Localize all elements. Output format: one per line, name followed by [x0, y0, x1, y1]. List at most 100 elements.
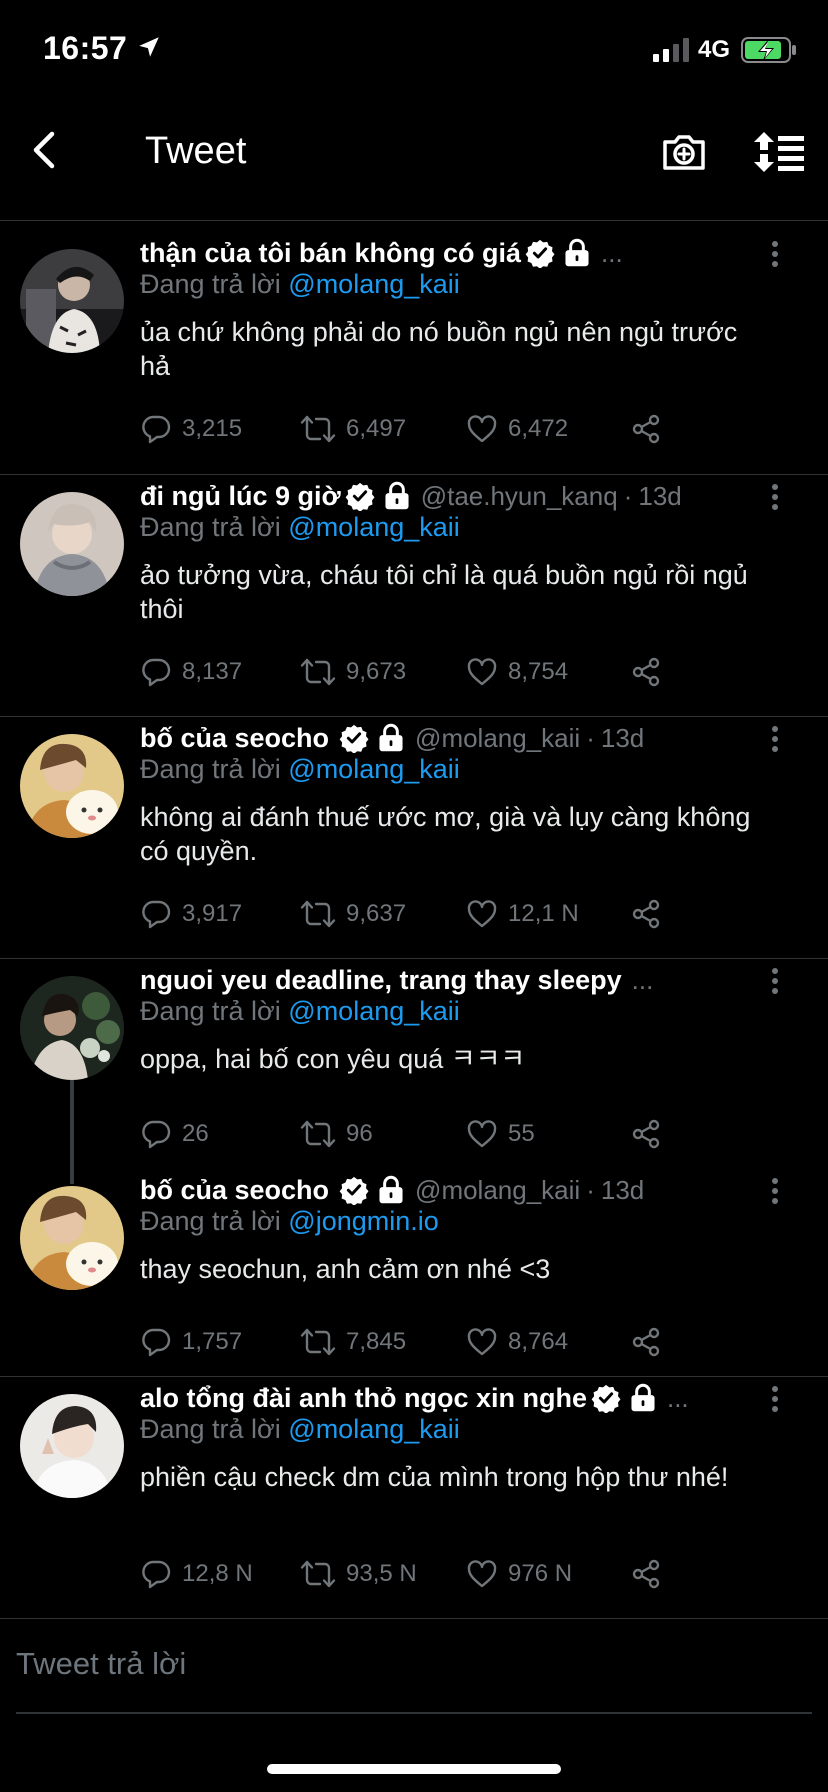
mention-link[interactable]: @molang_kaii — [288, 754, 460, 784]
separator-dot: · — [623, 480, 633, 511]
reply-button[interactable]: 12,8 N — [140, 1554, 253, 1594]
reply-button[interactable]: 3,215 — [140, 409, 242, 449]
share-button[interactable] — [630, 1114, 662, 1154]
display-name[interactable]: bố của seocho — [140, 1175, 329, 1206]
mention-link[interactable]: @molang_kaii — [288, 996, 460, 1026]
reply-input[interactable] — [16, 1642, 812, 1686]
display-name[interactable]: nguoi yeu deadline, trang thay sleepy — [140, 965, 622, 996]
retweet-icon — [300, 656, 336, 688]
verified-badge-icon — [339, 723, 369, 753]
heart-icon — [466, 1558, 498, 1590]
like-button[interactable]: 6,472 — [466, 409, 568, 449]
mention-link[interactable]: @jongmin.io — [288, 1206, 438, 1236]
replying-to: Đang trả lời @molang_kaii — [140, 1414, 460, 1444]
share-button[interactable] — [630, 1322, 662, 1362]
tweet-actions: 3,215 6,497 6,472 — [140, 409, 680, 449]
camera-add-icon[interactable] — [660, 128, 708, 176]
display-name[interactable]: alo tổng đài anh thỏ ngọc xin nghe — [140, 1383, 587, 1414]
avatar[interactable] — [20, 492, 124, 596]
share-button[interactable] — [630, 894, 662, 934]
tweet-text: ủa chứ không phải do nó buồn ngủ nên ngủ… — [140, 317, 738, 381]
tweet-text: không ai đánh thuế ước mơ, già và lụy cà… — [140, 802, 751, 866]
location-arrow-icon — [139, 37, 159, 57]
tweet-item[interactable]: bố của seocho @molang_kaii · 13d Đang tr… — [0, 1170, 828, 1377]
tweet-item[interactable]: alo tổng đài anh thỏ ngọc xin nghe ... Đ… — [0, 1378, 828, 1619]
retweet-button[interactable]: 9,673 — [300, 652, 406, 692]
tweet-text: ảo tưởng vừa, cháu tôi chỉ là quá buồn n… — [140, 560, 748, 624]
replying-to: Đang trả lời @molang_kaii — [140, 996, 460, 1026]
replying-to: Đang trả lời @molang_kaii — [140, 754, 460, 784]
heart-icon — [466, 898, 498, 930]
reply-button[interactable]: 8,137 — [140, 652, 242, 692]
heart-icon — [466, 1118, 498, 1150]
retweet-icon — [300, 898, 336, 930]
tweet-text: thay seochun, anh cảm ơn nhé <3 — [140, 1254, 551, 1284]
like-button[interactable]: 976 N — [466, 1554, 572, 1594]
replying-to: Đang trả lời @molang_kaii — [140, 512, 460, 542]
heart-icon — [466, 656, 498, 688]
reply-icon — [140, 656, 172, 688]
top-navigation-bar: Tweet — [0, 100, 828, 221]
avatar[interactable] — [20, 976, 124, 1080]
sort-replies-icon[interactable] — [752, 128, 806, 176]
retweet-button[interactable]: 7,845 — [300, 1322, 406, 1362]
mention-link[interactable]: @molang_kaii — [288, 512, 460, 542]
tweet-text: phiền cậu check dm của mình trong hộp th… — [140, 1462, 729, 1492]
more-options-icon[interactable] — [760, 482, 790, 512]
mention-link[interactable]: @molang_kaii — [288, 269, 460, 299]
like-button[interactable]: 55 — [466, 1114, 535, 1154]
avatar[interactable] — [20, 249, 124, 353]
reply-icon — [140, 1326, 172, 1358]
more-options-icon[interactable] — [760, 966, 790, 996]
reply-button[interactable]: 1,757 — [140, 1322, 242, 1362]
tweet-timestamp: 13d — [638, 480, 682, 511]
reply-icon — [140, 898, 172, 930]
tweet-item[interactable]: nguoi yeu deadline, trang thay sleepy ..… — [0, 960, 828, 1170]
more-options-icon[interactable] — [760, 1384, 790, 1414]
retweet-button[interactable]: 6,497 — [300, 409, 406, 449]
more-options-icon[interactable] — [760, 1176, 790, 1206]
status-bar: 16:57 4G — [0, 0, 828, 100]
tweet-timestamp: 13d — [600, 722, 645, 753]
back-arrow-icon[interactable] — [22, 126, 70, 174]
reply-button[interactable]: 26 — [140, 1114, 209, 1154]
like-button[interactable]: 8,754 — [466, 652, 568, 692]
lock-icon — [377, 723, 405, 753]
more-options-icon[interactable] — [760, 239, 790, 269]
share-button[interactable] — [630, 409, 662, 449]
tweet-actions: 8,137 9,673 8,754 — [140, 652, 680, 692]
separator-dot: · — [586, 722, 595, 753]
user-handle[interactable]: @molang_kaii — [415, 723, 580, 754]
share-button[interactable] — [630, 652, 662, 692]
share-icon — [630, 898, 662, 930]
user-handle[interactable]: @tae.hyun_kanq — [421, 481, 618, 512]
share-button[interactable] — [630, 1554, 662, 1594]
retweet-button[interactable]: 9,637 — [300, 894, 406, 934]
share-icon — [630, 1118, 662, 1150]
display-name[interactable]: đi ngủ lúc 9 giờ — [140, 481, 341, 512]
tweet-actions: 12,8 N 93,5 N 976 N — [140, 1554, 680, 1594]
avatar[interactable] — [20, 1186, 124, 1290]
separator-dot: · — [586, 1174, 595, 1205]
more-options-icon[interactable] — [760, 724, 790, 754]
verified-badge-icon — [591, 1383, 621, 1413]
retweet-button[interactable]: 96 — [300, 1114, 373, 1154]
tweet-item[interactable]: bố của seocho @molang_kaii · 13d Đang tr… — [0, 718, 828, 959]
display-name[interactable]: bố của seocho — [140, 723, 329, 754]
retweet-button[interactable]: 93,5 N — [300, 1554, 417, 1594]
like-button[interactable]: 8,764 — [466, 1322, 568, 1362]
heart-icon — [466, 413, 498, 445]
tweet-actions: 26 96 55 — [140, 1114, 680, 1154]
reply-button[interactable]: 3,917 — [140, 894, 242, 934]
display-name[interactable]: thận của tôi bán không có giá — [140, 238, 521, 269]
network-type: 4G — [698, 36, 731, 63]
avatar[interactable] — [20, 1394, 124, 1498]
avatar[interactable] — [20, 734, 124, 838]
user-handle[interactable]: @molang_kaii — [415, 1175, 580, 1206]
tweet-item[interactable]: đi ngủ lúc 9 giờ @tae.hyun_kanq · 13d Đa… — [0, 476, 828, 717]
reply-icon — [140, 1118, 172, 1150]
tweet-actions: 3,917 9,637 12,1 N — [140, 894, 680, 934]
like-button[interactable]: 12,1 N — [466, 894, 579, 934]
tweet-item[interactable]: thận của tôi bán không có giá ... Đang t… — [0, 221, 828, 475]
mention-link[interactable]: @molang_kaii — [288, 1414, 460, 1444]
